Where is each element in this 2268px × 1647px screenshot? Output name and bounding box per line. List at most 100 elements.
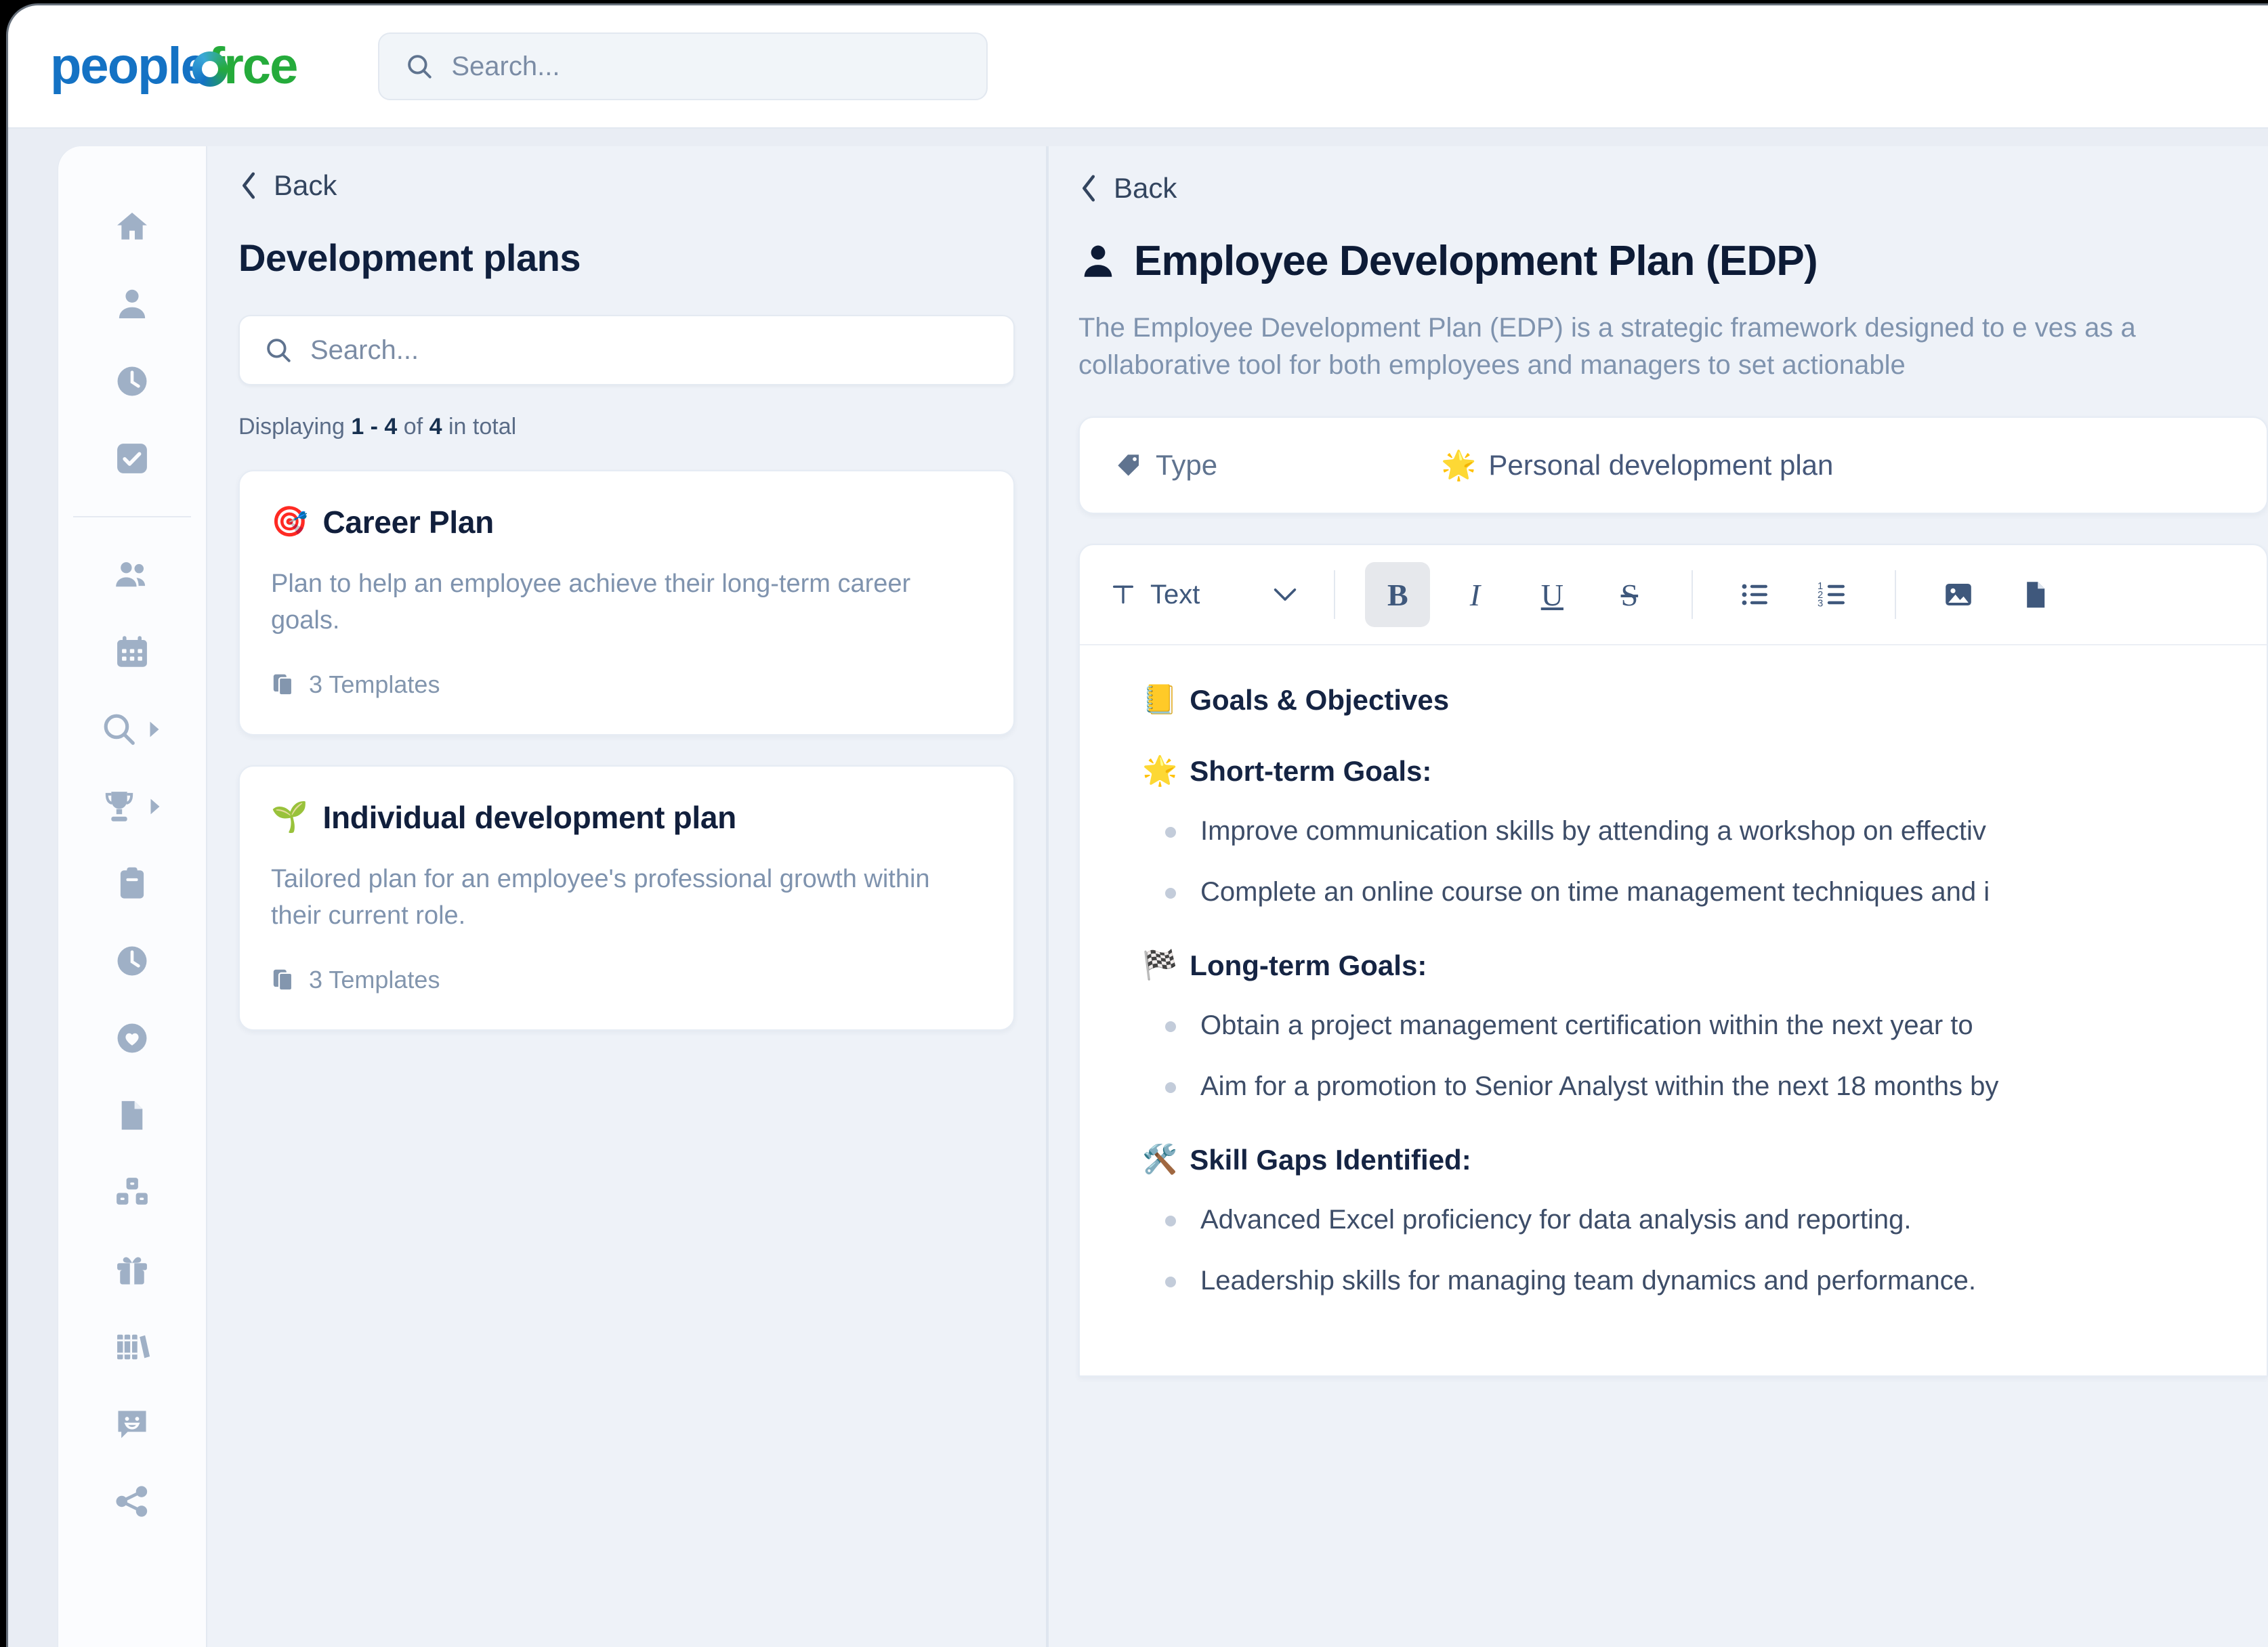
- list-item: Obtain a project management certificatio…: [1165, 1006, 2226, 1044]
- list-item: Aim for a promotion to Senior Analyst wi…: [1165, 1067, 2226, 1105]
- plans-search-placeholder: Search...: [310, 335, 419, 365]
- list-item-text: Complete an online course on time manage…: [1200, 877, 1990, 907]
- doc-heading: 🌟 Short-term Goals:: [1142, 754, 2226, 788]
- person-icon: [113, 285, 151, 323]
- global-search-input[interactable]: Search...: [378, 33, 988, 100]
- heart-icon: [113, 1019, 151, 1057]
- list-back-button[interactable]: Back: [238, 169, 1015, 202]
- bold-button[interactable]: B: [1365, 562, 1431, 628]
- star-emoji-icon: 🌟: [1142, 754, 1178, 787]
- sidebar-item-profile[interactable]: [58, 265, 206, 343]
- sidebar-item-learning[interactable]: [58, 1308, 206, 1386]
- plan-card-meta: 3 Templates: [271, 966, 982, 994]
- body-region: Back Development plans Search... Display…: [8, 129, 2268, 1647]
- sidebar-item-calendar[interactable]: [58, 614, 206, 691]
- sidebar-item-home[interactable]: [58, 188, 206, 265]
- insert-image-button[interactable]: [1926, 562, 1991, 627]
- search-icon: [264, 336, 293, 364]
- checkbox-icon: [113, 440, 151, 477]
- text-format-icon: [1110, 581, 1137, 608]
- displaying-suffix: in total: [442, 414, 517, 440]
- plan-detail-panel: Back Employee Development Plan (EDP) The…: [1047, 146, 2268, 1647]
- editor-content[interactable]: 📒 Goals & Objectives 🌟 Short-term Goals:: [1080, 645, 2267, 1300]
- italic-button[interactable]: I: [1442, 562, 1507, 627]
- sidebar-item-clipboard[interactable]: [58, 845, 206, 922]
- sidebar-item-performance[interactable]: [58, 768, 206, 845]
- peopleforce-logo[interactable]: peoplefrce: [50, 37, 298, 95]
- chevron-right-icon: [146, 798, 164, 815]
- doc-bullet-list: Advanced Excel proficiency for data anal…: [1142, 1201, 2226, 1300]
- templates-icon: [271, 672, 297, 698]
- detail-back-button[interactable]: Back: [1078, 172, 2268, 205]
- doc-section: 🛠️ Skill Gaps Identified: Advanced Excel…: [1142, 1143, 2226, 1300]
- rail-divider: [73, 516, 191, 517]
- list-item-text: Leadership skills for managing team dyna…: [1200, 1266, 1977, 1296]
- type-value-text: Personal development plan: [1488, 449, 1834, 482]
- bulleted-list-button[interactable]: [1723, 562, 1788, 627]
- sidebar-item-timesheet[interactable]: [58, 922, 206, 1000]
- type-label-group: Type: [1115, 449, 1217, 482]
- chevron-right-icon: [146, 721, 163, 738]
- text-style-dropdown[interactable]: Text: [1103, 580, 1304, 610]
- search-icon: [405, 52, 434, 81]
- sidebar-item-documents[interactable]: [58, 1077, 206, 1154]
- sidebar-item-share[interactable]: [58, 1463, 206, 1540]
- editor-toolbar: Text B I U S 1 2 3: [1080, 545, 2267, 646]
- plan-card[interactable]: 🌱 Individual development plan Tailored p…: [238, 765, 1015, 1031]
- type-row: Type 🌟 Personal development plan: [1078, 416, 2268, 515]
- plan-card-title: Individual development plan: [322, 799, 737, 835]
- underline-button[interactable]: U: [1519, 562, 1584, 627]
- doc-section: 🏁 Long-term Goals: Obtain a project mana…: [1142, 949, 2226, 1105]
- plan-card[interactable]: 🎯 Career Plan Plan to help an employee a…: [238, 470, 1015, 735]
- results-count: Displaying 1 - 4 of 4 in total: [238, 414, 1015, 440]
- list-item-text: Improve communication skills by attendin…: [1200, 816, 1986, 847]
- bullet-icon: [1165, 1021, 1176, 1033]
- plan-card-templates-count: 3 Templates: [309, 965, 440, 993]
- doc-bullet-list: Improve communication skills by attendin…: [1142, 812, 2226, 911]
- bullet-icon: [1165, 888, 1176, 899]
- plans-search-input[interactable]: Search...: [238, 315, 1015, 385]
- gift-icon: [113, 1251, 151, 1289]
- doc-heading: 🛠️ Skill Gaps Identified:: [1142, 1143, 2226, 1176]
- sidebar-item-people[interactable]: [58, 536, 206, 614]
- doc-heading-text: Skill Gaps Identified:: [1190, 1143, 1471, 1176]
- bullet-icon: [1165, 1082, 1176, 1094]
- doc-heading: 📒 Goals & Objectives: [1142, 683, 2226, 716]
- share-icon: [114, 1483, 150, 1520]
- tools-emoji-icon: 🛠️: [1142, 1143, 1178, 1176]
- sidebar-item-time[interactable]: [58, 343, 206, 420]
- logo-text-people: people: [50, 37, 209, 95]
- doc-bullet-list: Obtain a project management certificatio…: [1142, 1006, 2226, 1105]
- notebook-emoji-icon: 📒: [1142, 683, 1178, 716]
- sidebar-item-wellbeing[interactable]: [58, 1000, 206, 1077]
- strikethrough-button[interactable]: S: [1597, 562, 1662, 627]
- chevron-down-icon: [1273, 586, 1297, 603]
- plan-card-title: Career Plan: [322, 505, 495, 540]
- list-item-text: Obtain a project management certificatio…: [1200, 1010, 1973, 1041]
- detail-back-label: Back: [1114, 172, 1177, 204]
- type-value-group[interactable]: 🌟 Personal development plan: [1441, 449, 1833, 482]
- person-icon: [1078, 242, 1118, 281]
- sidebar-item-tasks[interactable]: [58, 420, 206, 497]
- detail-title-row: Employee Development Plan (EDP): [1078, 237, 2268, 285]
- logo-swirl-icon: [192, 51, 228, 87]
- sidebar-item-assets[interactable]: [58, 1154, 206, 1231]
- numbered-list-button[interactable]: 123: [1800, 562, 1865, 627]
- rich-text-editor: Text B I U S 1 2 3 📒 Goals & Objectives …: [1078, 544, 2268, 1377]
- sidebar-item-benefits[interactable]: [58, 1231, 206, 1308]
- templates-icon: [271, 967, 297, 993]
- doc-heading-text: Goals & Objectives: [1190, 683, 1450, 716]
- insert-file-button[interactable]: [2003, 562, 2068, 627]
- plan-card-description: Tailored plan for an employee's professi…: [271, 864, 930, 930]
- sidebar-item-feedback[interactable]: [58, 1386, 206, 1463]
- list-back-label: Back: [274, 169, 337, 201]
- sidebar-item-recruitment[interactable]: [58, 691, 206, 768]
- bullet-icon: [1165, 827, 1176, 838]
- development-plans-panel: Back Development plans Search... Display…: [207, 146, 1047, 1647]
- detail-description: The Employee Development Plan (EDP) is a…: [1078, 313, 2136, 381]
- list-item: Leadership skills for managing team dyna…: [1165, 1262, 2226, 1300]
- list-item: Advanced Excel proficiency for data anal…: [1165, 1201, 2226, 1239]
- app-window: peoplefrce Search...: [8, 5, 2268, 1647]
- toolbar-divider: [1895, 570, 1897, 620]
- bullet-icon: [1165, 1216, 1176, 1227]
